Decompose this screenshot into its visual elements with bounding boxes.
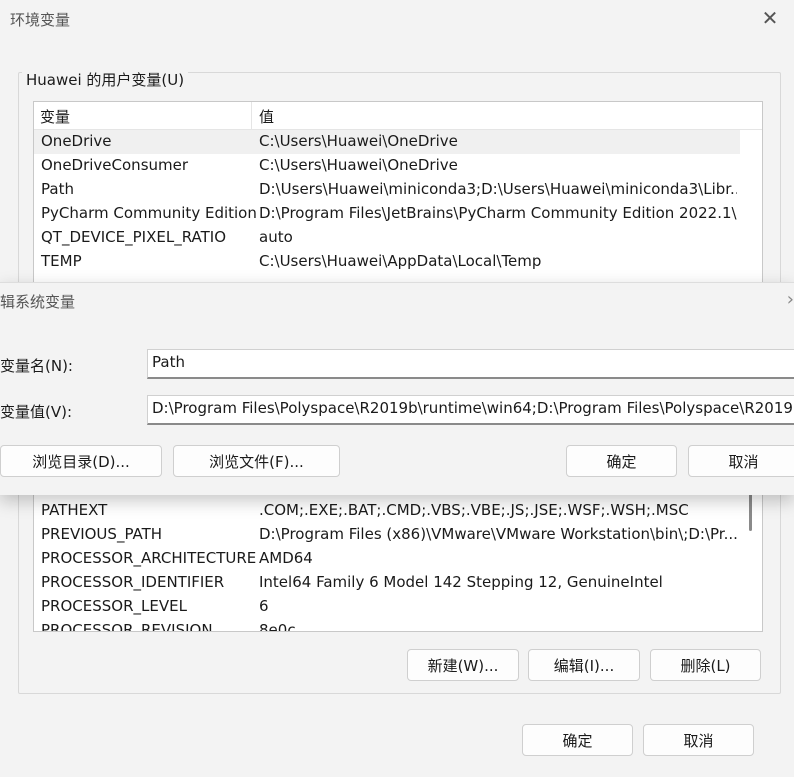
variable-name: TEMP — [41, 252, 82, 270]
title-bar: 环境变量 ✕ — [0, 0, 794, 38]
list-item[interactable]: PROCESSOR_ARCHITECTURE AMD64 — [34, 547, 740, 571]
close-icon[interactable]: › — [787, 289, 794, 310]
list-item[interactable]: PATHEXT .COM;.EXE;.BAT;.CMD;.VBS;.VBE;.J… — [34, 499, 740, 523]
list-item[interactable]: PREVIOUS_PATH D:\Program Files (x86)\VMw… — [34, 523, 740, 547]
dialog-ok-button[interactable]: 确定 — [566, 445, 677, 477]
list-item[interactable]: Path D:\Users\Huawei\miniconda3;D:\Users… — [34, 178, 740, 202]
variable-value: 6 — [259, 597, 269, 615]
variable-name: PROCESSOR_ARCHITECTURE — [41, 549, 257, 567]
variable-value: D:\Users\Huawei\miniconda3;D:\Users\Huaw… — [259, 180, 737, 198]
browse-directory-button[interactable]: 浏览目录(D)... — [0, 445, 162, 477]
delete-button[interactable]: 删除(L) — [650, 649, 761, 681]
ok-button[interactable]: 确定 — [522, 724, 633, 756]
list-item[interactable]: PROCESSOR_IDENTIFIER Intel64 Family 6 Mo… — [34, 571, 740, 595]
dialog-title: 辑系统变量 — [0, 293, 76, 311]
variable-value: AMD64 — [259, 549, 313, 567]
variable-value-label: 变量值(V): — [0, 403, 73, 421]
variable-value: C:\Users\Huawei\AppData\Local\Temp — [259, 252, 542, 270]
column-header-value[interactable]: 值 — [259, 106, 274, 127]
variable-name: OneDrive — [41, 132, 112, 150]
window-title: 环境变量 — [10, 11, 71, 29]
variable-value-field[interactable]: D:\Program Files\Polyspace\R2019b\runtim… — [147, 395, 794, 425]
browse-file-button[interactable]: 浏览文件(F)... — [173, 445, 340, 477]
list-item[interactable]: TEMP C:\Users\Huawei\AppData\Local\Temp — [34, 250, 740, 274]
variable-name: PROCESSOR_REVISION — [41, 621, 213, 632]
new-button[interactable]: 新建(W)... — [407, 649, 519, 681]
cancel-button[interactable]: 取消 — [643, 724, 754, 756]
variable-value: D:\Program Files\JetBrains\PyCharm Commu… — [259, 204, 737, 222]
variable-name: PREVIOUS_PATH — [41, 525, 163, 543]
list-item[interactable]: QT_DEVICE_PIXEL_RATIO auto — [34, 226, 740, 250]
list-item[interactable]: PROCESSOR_LEVEL 6 — [34, 595, 740, 619]
variable-name: PyCharm Community Edition — [41, 204, 257, 222]
list-item[interactable]: OneDrive C:\Users\Huawei\OneDrive — [34, 130, 740, 154]
variable-name-field[interactable]: Path — [147, 349, 794, 379]
list-item[interactable]: OneDriveConsumer C:\Users\Huawei\OneDriv… — [34, 154, 740, 178]
close-icon[interactable]: ✕ — [760, 8, 780, 28]
list-item[interactable]: PROCESSOR_REVISION 8e0c — [34, 619, 740, 632]
variable-value: C:\Users\Huawei\OneDrive — [259, 156, 458, 174]
variable-name-label: 变量名(N): — [0, 357, 73, 375]
variable-value: .COM;.EXE;.BAT;.CMD;.VBS;.VBE;.JS;.JSE;.… — [259, 501, 689, 519]
variable-name: OneDriveConsumer — [41, 156, 189, 174]
variable-value: D:\Program Files (x86)\VMware\VMware Wor… — [259, 525, 737, 543]
scrollbar-thumb[interactable] — [749, 491, 752, 531]
column-header-variable[interactable]: 变量 — [40, 106, 70, 127]
variable-name: PATHEXT — [41, 501, 108, 519]
variable-value: C:\Users\Huawei\OneDrive — [259, 132, 458, 150]
dialog-cancel-button[interactable]: 取消 — [688, 445, 794, 477]
variable-name: PROCESSOR_IDENTIFIER — [41, 573, 225, 591]
variable-value: Intel64 Family 6 Model 142 Stepping 12, … — [259, 573, 663, 591]
variable-value: 8e0c — [259, 621, 296, 632]
edit-button[interactable]: 编辑(I)... — [528, 649, 640, 681]
list-item[interactable]: PyCharm Community Edition D:\Program Fil… — [34, 202, 740, 226]
variable-name: PROCESSOR_LEVEL — [41, 597, 187, 615]
list-header: 变量 值 — [34, 102, 762, 130]
edit-system-variable-dialog: 辑系统变量 › 变量名(N): Path 变量值(V): D:\Program … — [0, 282, 794, 495]
variable-value: auto — [259, 228, 293, 246]
user-variables-label: Huawei 的用户变量(U) — [22, 69, 189, 90]
system-variables-list[interactable]: PATHEXT .COM;.EXE;.BAT;.CMD;.VBS;.VBE;.J… — [33, 480, 763, 632]
variable-name: Path — [41, 180, 74, 198]
variable-name: QT_DEVICE_PIXEL_RATIO — [41, 228, 227, 246]
column-separator[interactable] — [251, 102, 252, 129]
